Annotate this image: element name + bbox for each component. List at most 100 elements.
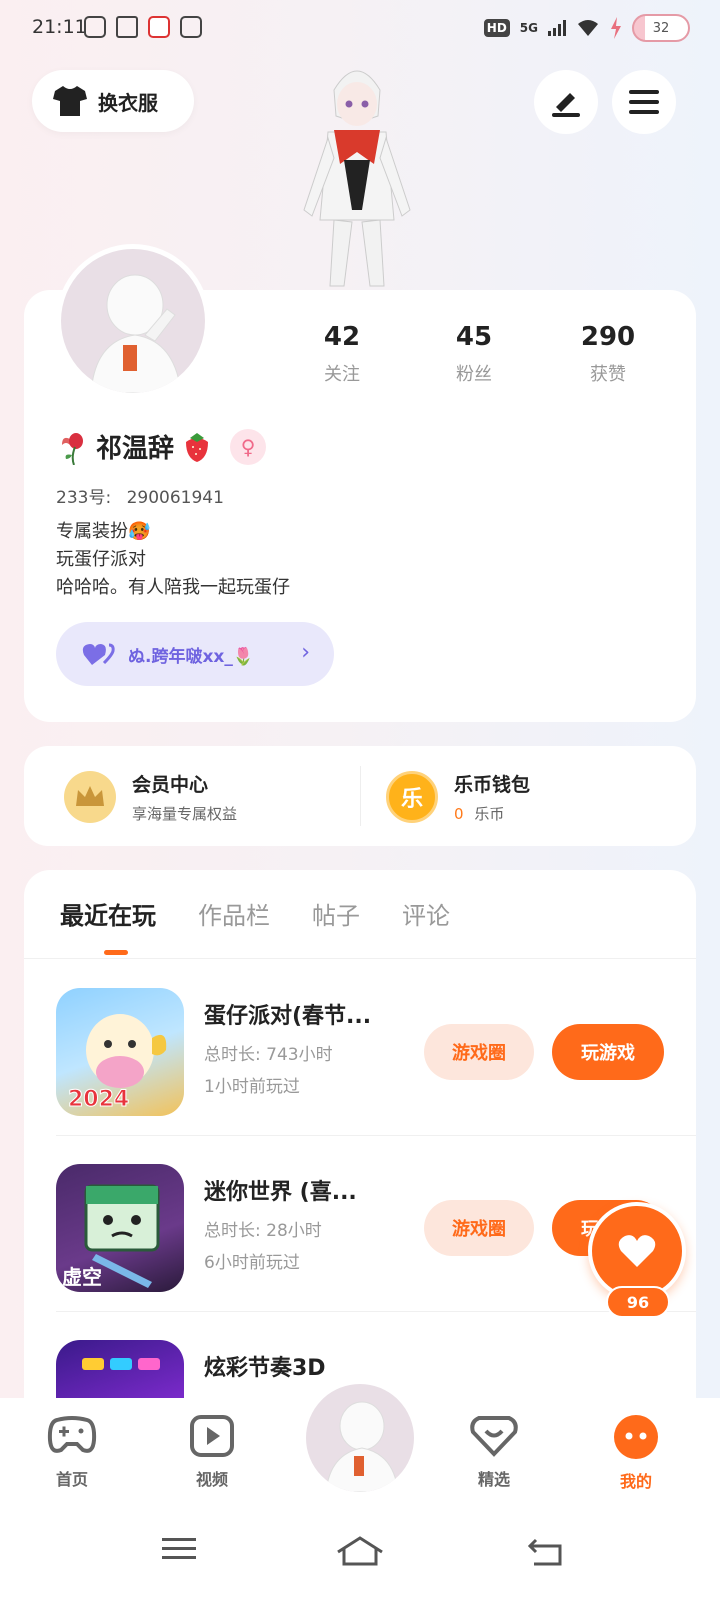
heart-diamond-icon [470, 1416, 518, 1457]
battery-indicator: 32 [632, 14, 690, 42]
profile-face-icon [614, 1415, 658, 1459]
strawberry-icon [186, 432, 209, 462]
change-outfit-button[interactable]: 换衣服 [32, 70, 194, 132]
following-count: 42 [323, 322, 361, 352]
game-title: 迷你世界 (喜... [204, 1180, 357, 1205]
coin-unit: 乐币 [474, 805, 505, 823]
game-row[interactable]: 2024 蛋仔派对(春节... 总时长: 743小时 1小时前玩过 游戏圈 玩游… [24, 960, 696, 1136]
bio-line: 专属装扮🥵 [56, 521, 151, 542]
game-last-played: 1小时前玩过 [204, 1077, 300, 1097]
wallet-divider [360, 766, 361, 826]
nav-item-home[interactable]: 首页 [32, 1414, 112, 1490]
video-camera-icon [116, 16, 138, 38]
signal-icon [548, 20, 566, 36]
heart-icon [618, 1235, 656, 1267]
tab-recently-played[interactable]: 最近在玩 [60, 896, 156, 931]
pen-icon [552, 93, 580, 117]
nav-label-me: 我的 [619, 1472, 652, 1491]
membership-wallet-card: 会员中心 享海量专属权益 乐 乐币钱包 0 乐币 [24, 746, 696, 846]
stat-likes[interactable]: 290 获赞 [548, 322, 668, 386]
tab-posts[interactable]: 帖子 [312, 896, 360, 931]
coin-amount: 0 [454, 805, 464, 823]
tab-comments[interactable]: 评论 [402, 896, 450, 931]
account-id-label: 233号: [56, 488, 112, 508]
following-label: 关注 [324, 364, 360, 385]
stat-followers[interactable]: 45 粉丝 [414, 322, 534, 386]
nav-label-video: 视频 [195, 1470, 228, 1489]
female-gender-icon: ♀ [230, 428, 267, 465]
nav-label-featured: 精选 [477, 1470, 510, 1489]
status-time: 21:11 [32, 16, 87, 38]
vip-center-subtitle: 享海量专属权益 [132, 805, 238, 823]
partner-badge[interactable]: ぬ.跨年啵xx_🌷 › [56, 622, 334, 686]
home-icon[interactable] [336, 1536, 384, 1566]
game-title: 蛋仔派对(春节... [204, 1004, 372, 1029]
stat-following[interactable]: 42 关注 [282, 322, 402, 386]
play-video-icon [190, 1415, 234, 1457]
game-icon-eggy-party[interactable]: 2024 [56, 988, 184, 1116]
coin-wallet-title: 乐币钱包 [454, 774, 531, 796]
change-outfit-label: 换衣服 [98, 90, 158, 115]
network-label: 5G [519, 21, 538, 35]
recent-apps-icon[interactable] [162, 1536, 196, 1562]
game-app-icon [180, 16, 202, 38]
likes-count: 290 [580, 322, 636, 352]
character-figure[interactable] [282, 60, 432, 290]
partner-name: ぬ.跨年啵xx_🌷 [128, 646, 255, 667]
game-badge-text: 2024 [68, 1087, 129, 1112]
coin-icon: 乐 [386, 771, 438, 823]
game-circle-button[interactable]: 游戏圈 [424, 1024, 534, 1080]
username: 祁温辞 [96, 434, 175, 464]
account-id[interactable]: 233号: 290061941 [56, 483, 224, 508]
game-badge-text: 虚空 [62, 1265, 102, 1289]
account-id-value: 290061941 [126, 488, 224, 508]
nav-item-featured[interactable]: 精选 [454, 1414, 534, 1490]
menu-icon [629, 90, 659, 114]
crown-icon [64, 771, 116, 823]
bio-line: 哈哈哈。有人陪我一起玩蛋仔 [56, 577, 290, 598]
tabs-divider [24, 958, 696, 959]
nav-item-me[interactable]: 我的 [596, 1414, 676, 1492]
chevron-right-icon: › [301, 640, 310, 665]
shirt-icon [53, 86, 87, 116]
menu-button[interactable] [612, 70, 676, 134]
active-tab-indicator [104, 950, 128, 955]
back-icon[interactable] [528, 1536, 564, 1566]
charging-icon [611, 17, 621, 39]
avatar-image [61, 249, 205, 393]
gamepad-icon [47, 1416, 97, 1453]
game-total-time: 总时长: 743小时 [204, 1045, 333, 1065]
vip-center-entry[interactable]: 会员中心 享海量专属权益 [64, 770, 237, 824]
likes-label: 获赞 [590, 364, 626, 385]
followers-count: 45 [455, 322, 493, 352]
status-indicators: HD 5G 32 [483, 14, 690, 42]
edit-button[interactable] [534, 70, 598, 134]
like-float-count: 96 [606, 1286, 670, 1318]
nav-item-video[interactable]: 视频 [172, 1414, 252, 1490]
game-last-played: 6小时前玩过 [204, 1253, 300, 1273]
profile-tabs: 最近在玩 作品栏 帖子 评论 [60, 896, 450, 931]
hd-icon: HD [483, 19, 510, 37]
bio-line: 玩蛋仔派对 [56, 549, 146, 570]
game-total-time: 总时长: 28小时 [204, 1221, 322, 1241]
play-game-button[interactable]: 玩游戏 [552, 1024, 664, 1080]
double-heart-icon [82, 643, 115, 665]
tab-works[interactable]: 作品栏 [198, 896, 270, 931]
shopping-app-icon [148, 16, 170, 38]
followers-label: 粉丝 [456, 364, 492, 385]
profile-avatar[interactable] [56, 244, 210, 398]
game-circle-button[interactable]: 游戏圈 [424, 1200, 534, 1256]
profile-bio: 专属装扮🥵 玩蛋仔派对 哈哈哈。有人陪我一起玩蛋仔 [56, 518, 290, 602]
coin-balance: 0 乐币 [454, 803, 530, 824]
nav-center-avatar[interactable] [302, 1380, 418, 1496]
coin-wallet-entry[interactable]: 乐 乐币钱包 0 乐币 [386, 770, 530, 824]
status-bar: 21:11 HD 5G 32 [0, 0, 720, 56]
rose-icon [62, 432, 83, 465]
game-icon-mini-world[interactable]: 虚空 [56, 1164, 184, 1292]
nav-label-home: 首页 [55, 1470, 88, 1489]
music-app-icon [84, 16, 106, 38]
notification-icons [84, 16, 202, 38]
vip-center-title: 会员中心 [132, 774, 209, 796]
wifi-icon [578, 20, 598, 36]
username-row: 祁温辞 ♀ [56, 428, 267, 465]
